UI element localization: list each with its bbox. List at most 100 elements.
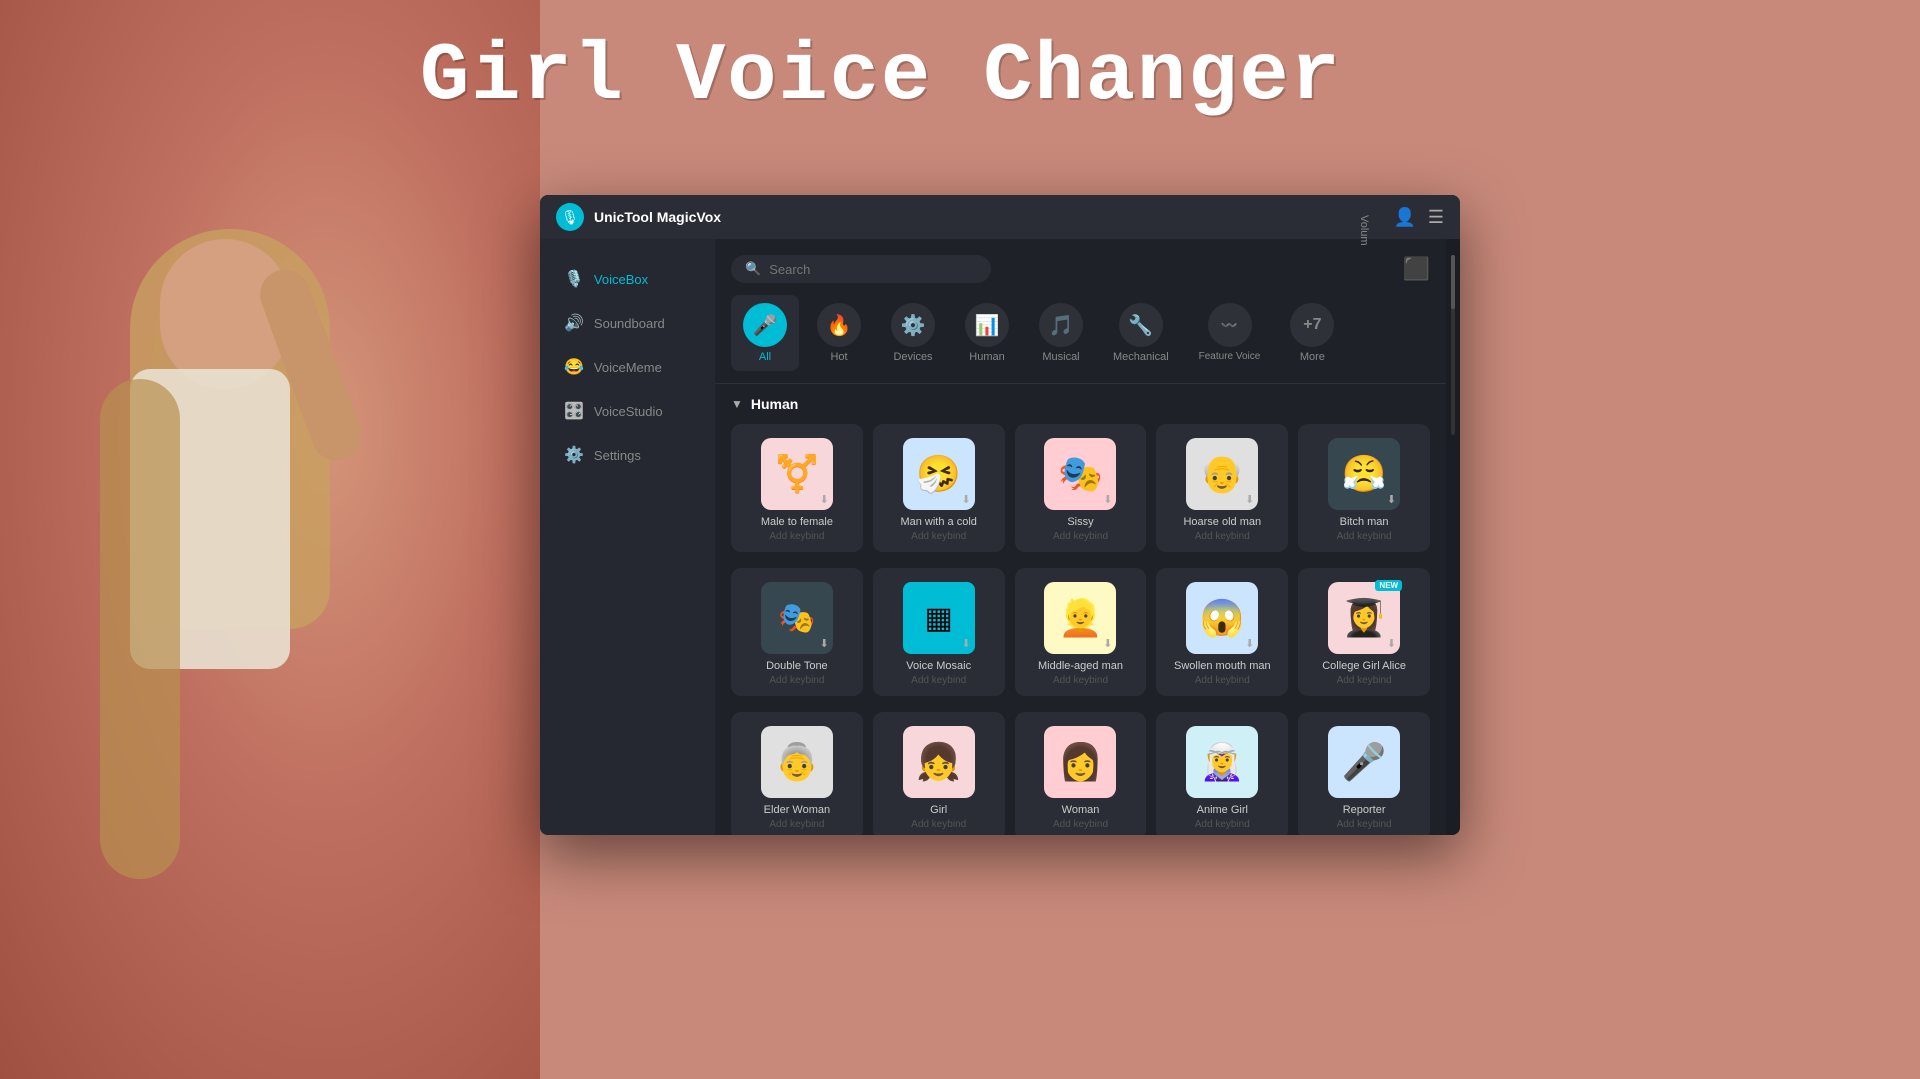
download-icon-9: ⬇ [1245, 637, 1254, 650]
voice-keybind-middle-aged-man[interactable]: Add keybind [1053, 675, 1108, 686]
volume-label: Volum [1358, 215, 1370, 246]
tab-feature-voice[interactable]: 〰️ Feature Voice [1187, 295, 1273, 371]
voice-grid-row1: ⚧️ ⬇ Male to female Add keybind 🤧 ⬇ Man … [731, 424, 1430, 552]
voice-name-woman: Woman [1062, 804, 1100, 816]
user-icon[interactable]: 👤 [1393, 207, 1415, 228]
voice-grid-row2: 🎭 ⬇ Double Tone Add keybind ▦ ⬇ Voice Mo… [731, 568, 1430, 696]
voice-card-elder-woman[interactable]: 👵 Elder Woman Add keybind [731, 712, 863, 835]
tab-human-icon: 📊 [965, 303, 1009, 347]
tab-more-icon: +7 [1290, 303, 1334, 347]
tab-hot[interactable]: 🔥 Hot [805, 295, 873, 371]
voice-avatar-elder-woman: 👵 [761, 726, 833, 798]
tab-musical[interactable]: 🎵 Musical [1027, 295, 1095, 371]
voicememe-icon: 😂 [564, 357, 584, 377]
volume-track [1451, 255, 1455, 435]
tab-feature-voice-label: Feature Voice [1199, 351, 1261, 363]
sidebar-item-soundboard[interactable]: 🔊 Soundboard [548, 303, 707, 343]
voice-card-swollen-mouth-man[interactable]: 😱 ⬇ Swollen mouth man Add keybind [1156, 568, 1288, 696]
new-badge: NEW [1375, 580, 1402, 591]
sidebar-item-settings[interactable]: ⚙️ Settings [548, 435, 707, 475]
tab-more[interactable]: +7 More [1278, 295, 1346, 371]
human-section-header: ▼ Human [731, 396, 1430, 412]
voice-keybind-hoarse-old-man[interactable]: Add keybind [1195, 531, 1250, 542]
tab-mechanical-label: Mechanical [1113, 351, 1169, 363]
voice-card-hoarse-old-man[interactable]: 👴 ⬇ Hoarse old man Add keybind [1156, 424, 1288, 552]
voice-keybind-swollen-mouth-man[interactable]: Add keybind [1195, 675, 1250, 686]
voice-card-man-with-cold[interactable]: 🤧 ⬇ Man with a cold Add keybind [873, 424, 1005, 552]
voice-card-woman[interactable]: 👩 Woman Add keybind [1015, 712, 1147, 835]
voice-keybind-bitch-man[interactable]: Add keybind [1337, 531, 1392, 542]
voice-name-sissy: Sissy [1067, 516, 1093, 528]
voice-card-sissy[interactable]: 🎭 ⬇ Sissy Add keybind [1015, 424, 1147, 552]
sidebar-item-voicememe[interactable]: 😂 VoiceMeme [548, 347, 707, 387]
voice-name-anime-girl: Anime Girl [1197, 804, 1248, 816]
voice-avatar-hoarse-old-man: 👴 ⬇ [1186, 438, 1258, 510]
app-window: 🎙 UnicTool MagicVox 👤 ☰ 🎙️ VoiceBox 🔊 So… [540, 195, 1460, 835]
voice-avatar-anime-girl: 🧝‍♀️ [1186, 726, 1258, 798]
tab-human[interactable]: 📊 Human [953, 295, 1021, 371]
voice-avatar-voice-mosaic: ▦ ⬇ [903, 582, 975, 654]
cube-icon[interactable]: ⬛ [1403, 256, 1430, 282]
tab-more-label: More [1300, 351, 1325, 363]
search-input-wrap[interactable]: 🔍 [731, 255, 991, 283]
sidebar-item-voicebox[interactable]: 🎙️ VoiceBox [548, 259, 707, 299]
voice-avatar-swollen-mouth-man: 😱 ⬇ [1186, 582, 1258, 654]
voice-card-girl[interactable]: 👧 Girl Add keybind [873, 712, 1005, 835]
download-icon-8: ⬇ [1103, 637, 1112, 650]
voice-card-college-girl-alice[interactable]: NEW 👩‍🎓 ⬇ College Girl Alice Add keybind [1298, 568, 1430, 696]
app-body: 🎙️ VoiceBox 🔊 Soundboard 😂 VoiceMeme 🎛️ … [540, 239, 1460, 835]
sidebar-item-voicestudio[interactable]: 🎛️ VoiceStudio [548, 391, 707, 431]
tab-mechanical-icon: 🔧 [1119, 303, 1163, 347]
voice-keybind-elder-woman[interactable]: Add keybind [769, 819, 824, 830]
voice-grid-wrap[interactable]: ▼ Human ⚧️ ⬇ Male to female Add keybind [715, 384, 1446, 835]
search-bar: 🔍 ⬛ [715, 239, 1446, 283]
page-title: Girl Voice Changer [420, 30, 1342, 123]
voice-keybind-woman[interactable]: Add keybind [1053, 819, 1108, 830]
voice-card-anime-girl[interactable]: 🧝‍♀️ Anime Girl Add keybind [1156, 712, 1288, 835]
voice-keybind-voice-mosaic[interactable]: Add keybind [911, 675, 966, 686]
voice-card-middle-aged-man[interactable]: 👱 ⬇ Middle-aged man Add keybind [1015, 568, 1147, 696]
main-content: 🔍 ⬛ 🎤 All 🔥 Hot ⚙️ Devices [715, 239, 1446, 835]
voice-name-girl: Girl [930, 804, 947, 816]
voice-card-double-tone[interactable]: 🎭 ⬇ Double Tone Add keybind [731, 568, 863, 696]
voice-keybind-reporter[interactable]: Add keybind [1337, 819, 1392, 830]
tab-hot-icon: 🔥 [817, 303, 861, 347]
voice-keybind-college-girl-alice[interactable]: Add keybind [1337, 675, 1392, 686]
tab-human-label: Human [969, 351, 1004, 363]
voice-keybind-girl[interactable]: Add keybind [911, 819, 966, 830]
voice-card-reporter[interactable]: 🎤 Reporter Add keybind [1298, 712, 1430, 835]
voice-keybind-sissy[interactable]: Add keybind [1053, 531, 1108, 542]
voice-keybind-anime-girl[interactable]: Add keybind [1195, 819, 1250, 830]
voice-keybind-double-tone[interactable]: Add keybind [769, 675, 824, 686]
tab-hot-label: Hot [830, 351, 847, 363]
tab-all-label: All [759, 351, 771, 363]
tab-all[interactable]: 🎤 All [731, 295, 799, 371]
app-title-label: UnicTool MagicVox [594, 209, 721, 225]
voice-keybind-male-to-female[interactable]: Add keybind [769, 531, 824, 542]
voice-name-reporter: Reporter [1343, 804, 1386, 816]
tab-all-icon: 🎤 [743, 303, 787, 347]
voice-name-voice-mosaic: Voice Mosaic [906, 660, 971, 672]
section-arrow: ▼ [731, 397, 743, 411]
search-input[interactable] [769, 262, 977, 277]
download-icon-10: ⬇ [1387, 637, 1396, 650]
volume-thumb [1451, 255, 1455, 309]
voicestudio-icon: 🎛️ [564, 401, 584, 421]
voice-grid-row3: 👵 Elder Woman Add keybind 👧 Girl Add key… [731, 712, 1430, 835]
voice-name-man-with-cold: Man with a cold [900, 516, 976, 528]
tab-devices[interactable]: ⚙️ Devices [879, 295, 947, 371]
voice-card-bitch-man[interactable]: 😤 ⬇ Bitch man Add keybind [1298, 424, 1430, 552]
sidebar-voicebox-label: VoiceBox [594, 272, 648, 287]
tab-mechanical[interactable]: 🔧 Mechanical [1101, 295, 1181, 371]
voice-name-middle-aged-man: Middle-aged man [1038, 660, 1123, 672]
voice-card-voice-mosaic[interactable]: ▦ ⬇ Voice Mosaic Add keybind [873, 568, 1005, 696]
menu-icon[interactable]: ☰ [1428, 207, 1444, 228]
voice-card-male-to-female[interactable]: ⚧️ ⬇ Male to female Add keybind [731, 424, 863, 552]
voice-keybind-man-with-cold[interactable]: Add keybind [911, 531, 966, 542]
voice-name-bitch-man: Bitch man [1340, 516, 1389, 528]
app-icon: 🎙 [556, 203, 584, 231]
voice-name-college-girl-alice: College Girl Alice [1322, 660, 1406, 672]
voice-avatar-middle-aged-man: 👱 ⬇ [1044, 582, 1116, 654]
girl-figure [0, 0, 540, 1079]
download-icon-6: ⬇ [820, 637, 829, 650]
